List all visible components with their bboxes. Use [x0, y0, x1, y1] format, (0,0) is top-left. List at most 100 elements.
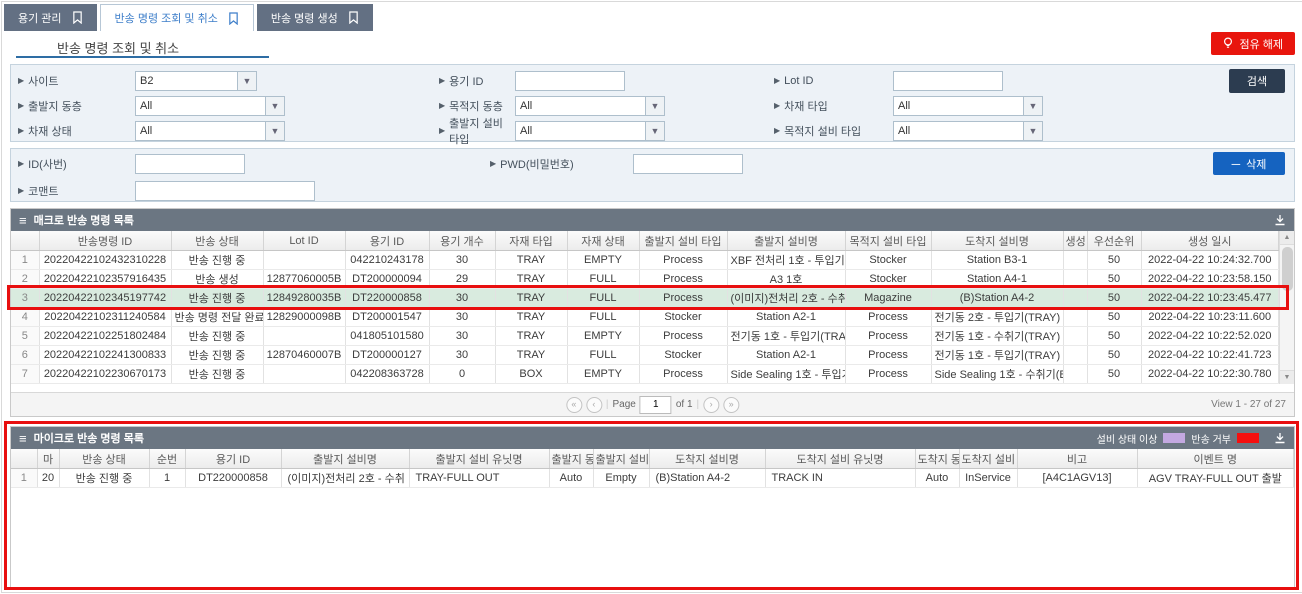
table-row[interactable]: 520220422102251802484반송 진행 중041805101580…: [11, 327, 1279, 346]
table-row[interactable]: 720220422102230670173반송 진행 중042208363728…: [11, 365, 1279, 384]
tab-container-manage[interactable]: 용기 관리: [4, 4, 97, 31]
next-page-button[interactable]: ›: [703, 397, 719, 413]
pwd-input[interactable]: [633, 154, 743, 174]
scroll-up-icon[interactable]: ▲: [1280, 231, 1294, 245]
dropdown-select[interactable]: All▼: [135, 121, 285, 141]
tab-transport-query-cancel[interactable]: 반송 명령 조회 및 취소: [100, 4, 254, 31]
chevron-down-icon[interactable]: ▼: [645, 97, 664, 115]
filter-input[interactable]: [893, 71, 1003, 91]
dropdown-select[interactable]: All▼: [135, 96, 285, 116]
column-header[interactable]: 도착지 설비명: [931, 231, 1063, 251]
row-number-cell: 7: [11, 365, 39, 384]
cell: 2022-04-22 10:22:52.020: [1141, 327, 1279, 346]
id-input[interactable]: [135, 154, 245, 174]
column-header[interactable]: 생성 일시: [1141, 231, 1279, 251]
chevron-down-icon[interactable]: ▼: [1023, 122, 1042, 140]
column-header[interactable]: 자재 상태: [567, 231, 639, 251]
column-header[interactable]: 순번: [149, 449, 185, 469]
dropdown-select[interactable]: All▼: [515, 96, 665, 116]
column-header[interactable]: 출발지 설비: [593, 449, 649, 469]
column-header[interactable]: [11, 231, 39, 251]
release-occupancy-button[interactable]: 점유 해제: [1211, 32, 1295, 55]
dropdown-select[interactable]: All▼: [893, 121, 1043, 141]
table-row[interactable]: 120220422102432310228반송 진행 중042210243178…: [11, 251, 1279, 270]
column-header[interactable]: 비고: [1017, 449, 1137, 469]
column-header[interactable]: 이벤트 명: [1137, 449, 1294, 469]
tab-label: 반송 명령 조회 및 취소: [115, 10, 218, 26]
menu-icon[interactable]: ≡: [19, 213, 27, 228]
column-header[interactable]: 우선순위: [1087, 231, 1141, 251]
column-header[interactable]: [11, 449, 37, 469]
cell: Process: [639, 251, 727, 270]
download-icon[interactable]: [1274, 432, 1286, 444]
tab-transport-create[interactable]: 반송 명령 생성: [257, 4, 373, 31]
vertical-scrollbar[interactable]: ▲ ▼: [1279, 231, 1294, 384]
chevron-down-icon[interactable]: ▼: [645, 122, 664, 140]
cell: 0: [429, 365, 495, 384]
delete-panel: ▶ID(사번) ▶PWD(비밀번호) ▶코맨트 ─ 삭제: [10, 148, 1295, 202]
id-field-group: ▶ID(사번): [11, 154, 483, 174]
view-range-label: View 1 - 27 of 27: [1211, 399, 1294, 410]
column-header[interactable]: 용기 ID: [185, 449, 281, 469]
filter-input[interactable]: [515, 71, 625, 91]
delete-button[interactable]: ─ 삭제: [1213, 152, 1285, 175]
search-button[interactable]: 검색: [1229, 69, 1285, 93]
prev-page-button[interactable]: ‹: [586, 397, 602, 413]
cell: Auto: [915, 469, 959, 488]
table-row[interactable]: 220220422102357916435반송 생성12877060005BDT…: [11, 270, 1279, 289]
menu-icon[interactable]: ≡: [19, 431, 27, 446]
bookmark-icon[interactable]: [72, 11, 83, 24]
bookmark-icon[interactable]: [228, 12, 239, 25]
last-page-button[interactable]: »: [723, 397, 739, 413]
column-header[interactable]: Lot ID: [263, 231, 345, 251]
cell: 50: [1087, 308, 1141, 327]
column-header[interactable]: 자재 타입: [495, 231, 567, 251]
column-header[interactable]: 출발지 설비명: [281, 449, 409, 469]
column-header[interactable]: 출발지 설비명: [727, 231, 845, 251]
cell: 12849280035B: [263, 289, 345, 308]
table-row[interactable]: 620220422102241300833반송 진행 중12870460007B…: [11, 346, 1279, 365]
column-header[interactable]: 반송 상태: [171, 231, 263, 251]
table-row[interactable]: 120반송 진행 중1DT220000858(이미지)전처리 2호 - 수취TR…: [11, 469, 1294, 488]
first-page-button[interactable]: «: [566, 397, 582, 413]
column-header[interactable]: 용기 ID: [345, 231, 429, 251]
column-header[interactable]: 반송명령 ID: [39, 231, 171, 251]
column-header[interactable]: 생성: [1063, 231, 1087, 251]
column-header[interactable]: 도착지 설비명: [649, 449, 765, 469]
column-header[interactable]: 도착지 설비 유닛명: [765, 449, 915, 469]
chevron-down-icon[interactable]: ▼: [1023, 97, 1042, 115]
cell: 반송 진행 중: [171, 327, 263, 346]
bookmark-icon[interactable]: [348, 11, 359, 24]
table-row[interactable]: 420220422102311240584반송 명령 전달 완료12829000…: [11, 308, 1279, 327]
macro-section-title: 매크로 반송 명령 목록: [34, 212, 134, 228]
scrollbar-thumb[interactable]: [1282, 247, 1293, 291]
column-header[interactable]: 목적지 설비 타입: [845, 231, 931, 251]
label-arrow-icon: ▶: [18, 159, 24, 168]
cell: 반송 생성: [171, 270, 263, 289]
chevron-down-icon[interactable]: ▼: [265, 97, 284, 115]
chevron-down-icon[interactable]: ▼: [265, 122, 284, 140]
cell: [A4C1AGV13]: [1017, 469, 1137, 488]
page-input[interactable]: [640, 396, 672, 414]
column-header[interactable]: 도착지 설비: [959, 449, 1017, 469]
column-header[interactable]: 용기 개수: [429, 231, 495, 251]
dropdown-select[interactable]: B2▼: [135, 71, 257, 91]
table-row[interactable]: 320220422102345197742반송 진행 중12849280035B…: [11, 289, 1279, 308]
legend-swatch-red: [1237, 433, 1259, 443]
cell: 20: [37, 469, 59, 488]
column-header[interactable]: 출발지 설비 유닛명: [409, 449, 549, 469]
chevron-down-icon[interactable]: ▼: [237, 72, 256, 90]
scroll-down-icon[interactable]: ▼: [1280, 370, 1294, 384]
comment-input[interactable]: [135, 181, 315, 201]
dropdown-select[interactable]: All▼: [515, 121, 665, 141]
column-header[interactable]: 출발지 설비 타입: [639, 231, 727, 251]
column-header[interactable]: 반송 상태: [59, 449, 149, 469]
column-header[interactable]: 도착지 동: [915, 449, 959, 469]
column-header[interactable]: 출발지 동: [549, 449, 593, 469]
cell: Process: [639, 327, 727, 346]
filter-field: ▶목적지 설비 타입All▼: [767, 118, 1294, 143]
filter-label: ▶차재 타입: [767, 98, 893, 114]
column-header[interactable]: 마: [37, 449, 59, 469]
download-icon[interactable]: [1274, 214, 1286, 226]
dropdown-select[interactable]: All▼: [893, 96, 1043, 116]
